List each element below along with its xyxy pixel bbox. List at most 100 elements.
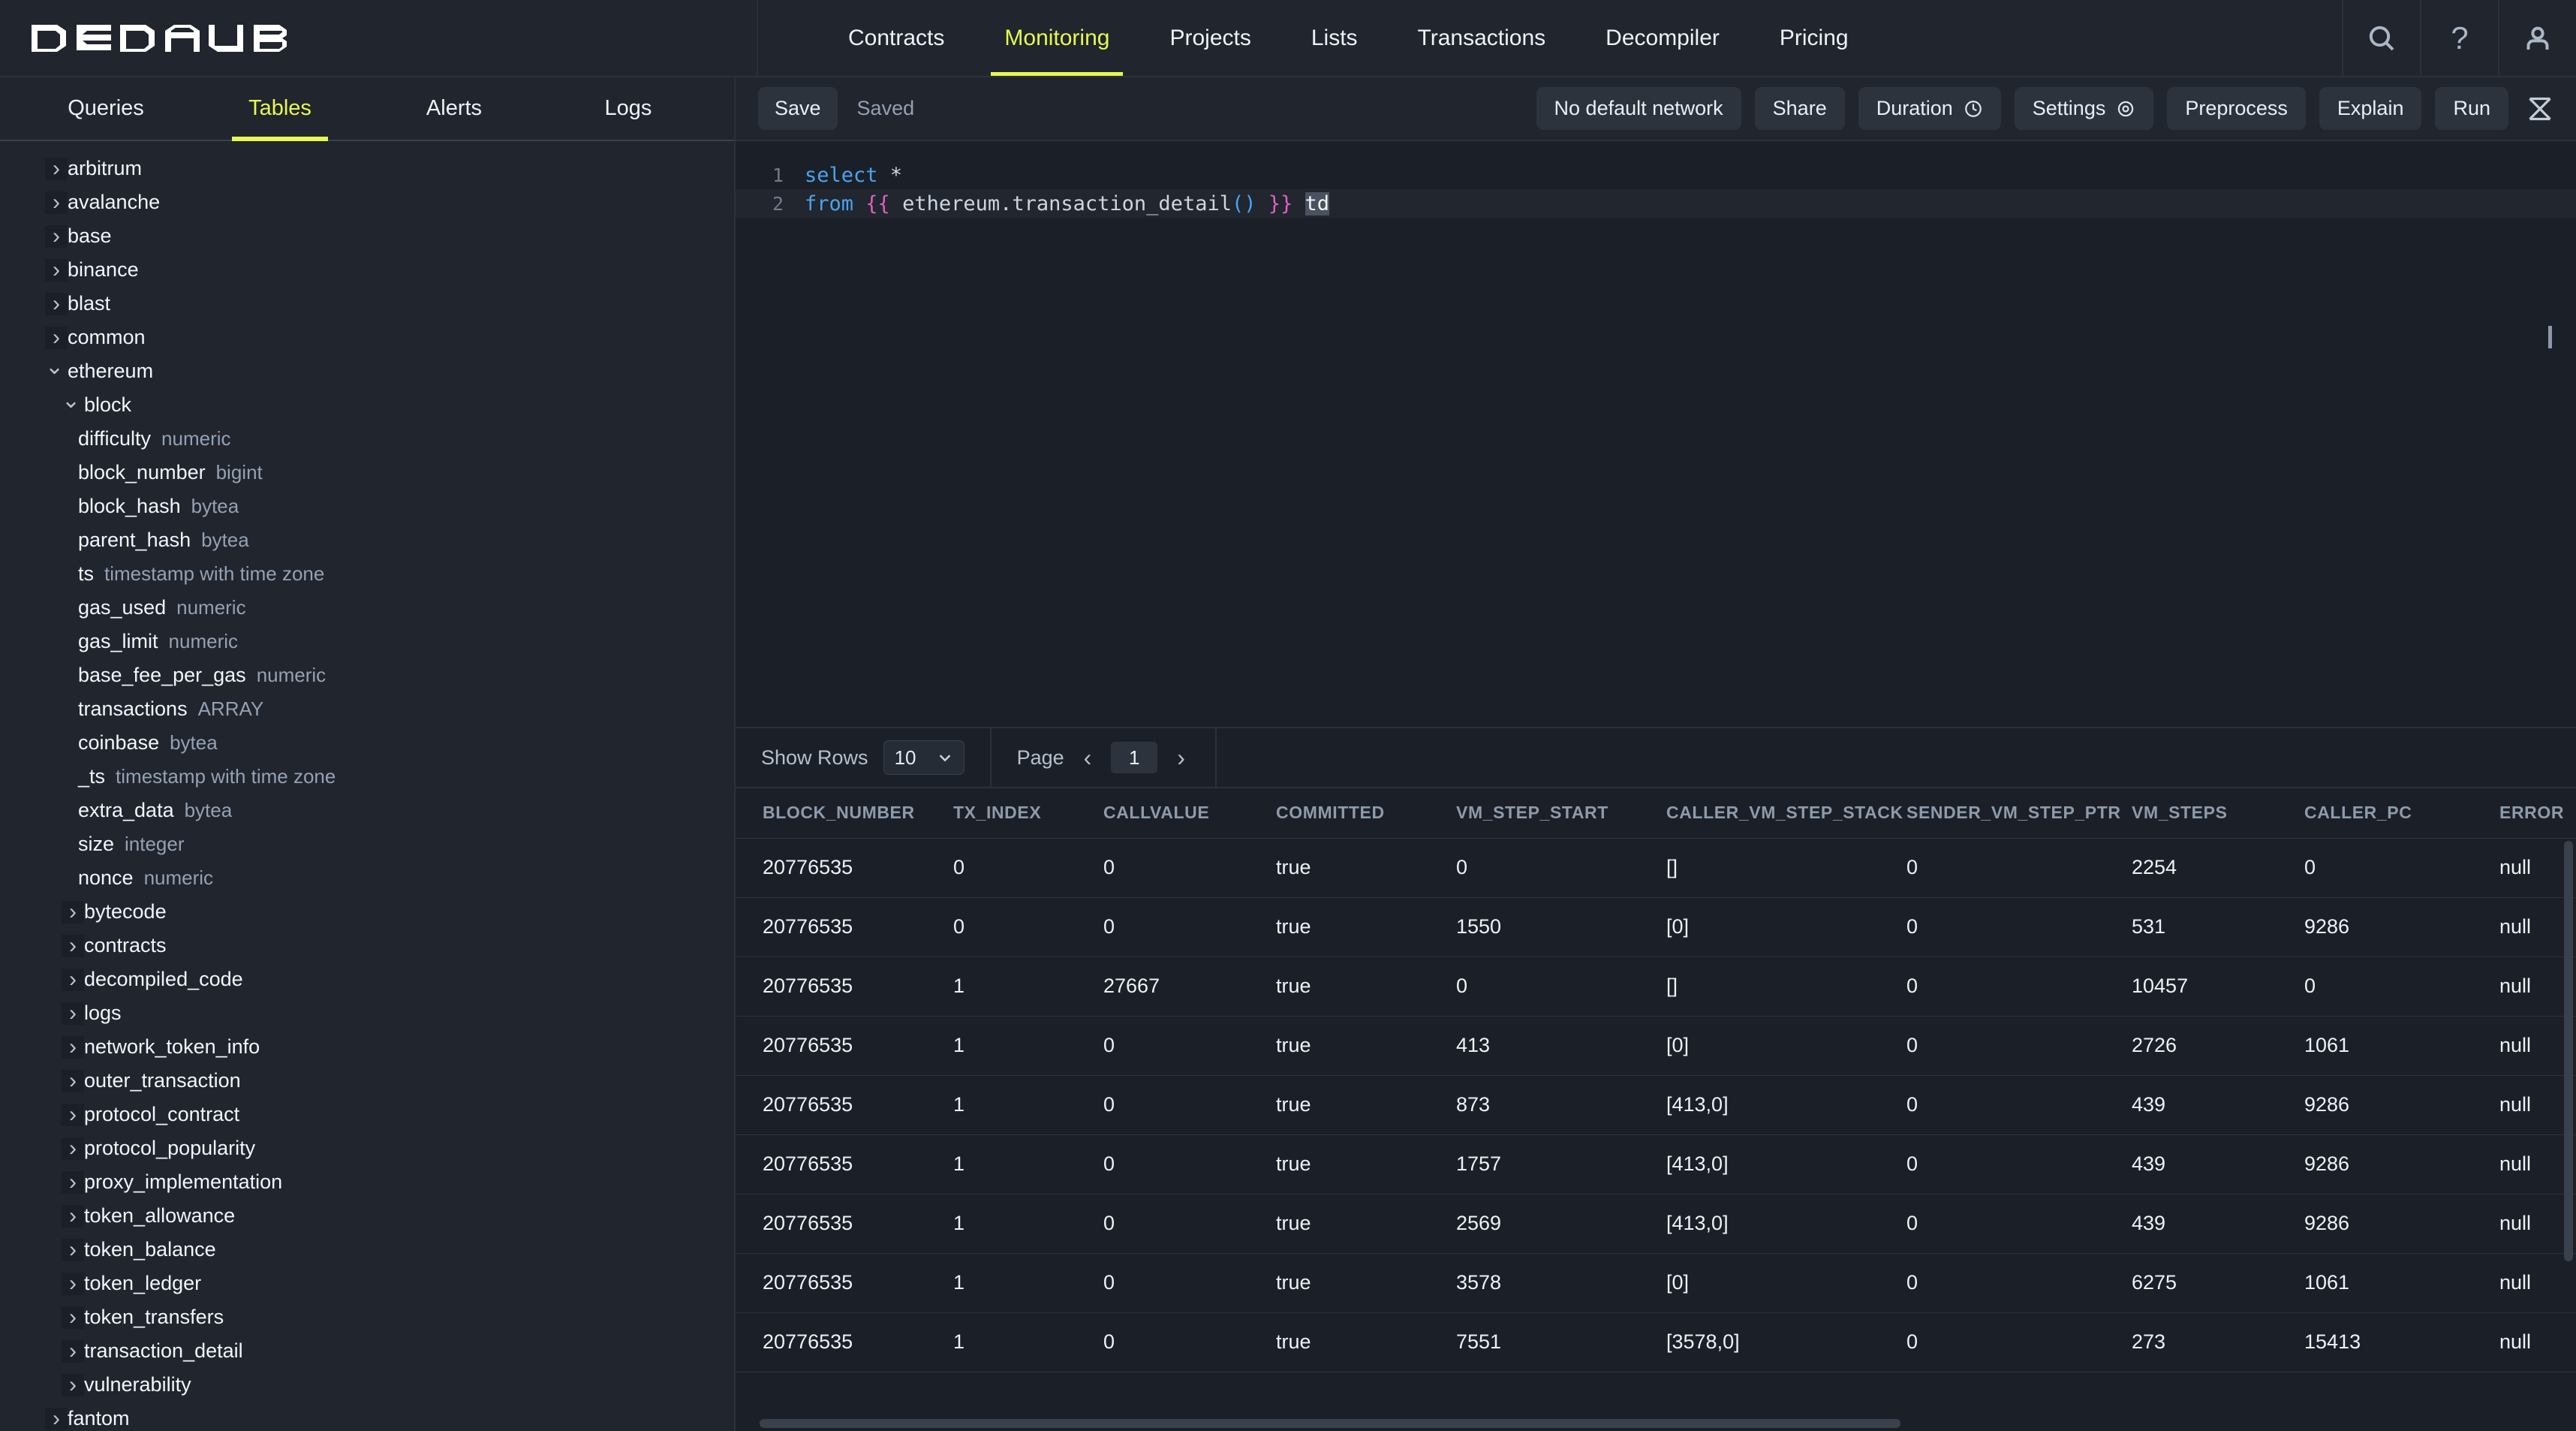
code-line-2[interactable]: 2 from {{ ethereum.transaction_detail() … (736, 189, 2576, 218)
chevron-right-icon[interactable] (62, 1171, 84, 1194)
chevron-down-icon[interactable] (45, 360, 68, 383)
column-header-callvalue[interactable]: CALLVALUE (1103, 788, 1276, 838)
code-line-1[interactable]: 1 select * (736, 161, 2576, 189)
table-row[interactable]: 2077653500true0[]022540null27809515 (736, 838, 2576, 897)
schema-node-binance[interactable]: binance (0, 253, 734, 287)
column-header-sender_vm_step_ptr[interactable]: SENDER_VM_STEP_PTR (1906, 788, 2132, 838)
tab-alerts[interactable]: Alerts (367, 77, 541, 140)
schema-node-common[interactable]: common (0, 321, 734, 354)
preprocess-button[interactable]: Preprocess (2167, 87, 2306, 130)
schema-column-gas_limit[interactable]: gas_limitnumeric (0, 625, 734, 658)
schema-column-nonce[interactable]: noncenumeric (0, 861, 734, 895)
schema-node-base[interactable]: base (0, 219, 734, 253)
schema-column-transactions[interactable]: transactionsARRAY (0, 692, 734, 726)
chevron-right-icon[interactable] (45, 327, 68, 349)
chevron-right-icon[interactable] (62, 935, 84, 957)
run-button[interactable]: Run (2435, 87, 2508, 130)
current-page-number[interactable]: 1 (1111, 742, 1157, 773)
vertical-scrollbar[interactable] (2564, 841, 2573, 1261)
nav-item-monitoring[interactable]: Monitoring (974, 0, 1139, 76)
table-row[interactable]: 2077653510true413[0]027261061null2121338… (736, 1016, 2576, 1075)
column-header-vm_steps[interactable]: VM_STEPS (2132, 788, 2304, 838)
schema-node-bytecode[interactable]: bytecode (0, 895, 734, 929)
chevron-right-icon[interactable] (62, 969, 84, 991)
table-row[interactable]: 2077653510true1757[413,0]04399286null152… (736, 1134, 2576, 1194)
schema-column-ts[interactable]: tstimestamp with time zone (0, 557, 734, 591)
sql-editor[interactable]: 1 select * 2 from {{ ethereum.transactio… (736, 141, 2576, 727)
save-button[interactable]: Save (758, 87, 838, 130)
chevron-right-icon[interactable] (62, 1239, 84, 1261)
brand-logo[interactable] (0, 0, 758, 76)
chevron-right-icon[interactable] (62, 1002, 84, 1025)
chevron-right-icon[interactable] (45, 191, 68, 214)
explain-button[interactable]: Explain (2319, 87, 2422, 130)
schema-node-vulnerability[interactable]: vulnerability (0, 1368, 734, 1402)
schema-column-block_hash[interactable]: block_hashbytea (0, 490, 734, 523)
default-network-button[interactable]: No default network (1536, 87, 1741, 130)
schema-node-transaction_detail[interactable]: transaction_detail (0, 1334, 734, 1368)
table-row[interactable]: 2077653510true2569[413,0]04399286null140… (736, 1194, 2576, 1253)
nav-item-contracts[interactable]: Contracts (818, 0, 974, 76)
schema-node-token_ledger[interactable]: token_ledger (0, 1267, 734, 1300)
chevron-right-icon[interactable] (62, 1340, 84, 1363)
chevron-right-icon[interactable] (62, 1374, 84, 1396)
schema-node-network_token_info[interactable]: network_token_info (0, 1030, 734, 1064)
chevron-right-icon[interactable] (45, 259, 68, 282)
schema-node-block[interactable]: block (0, 388, 734, 422)
tab-queries[interactable]: Queries (19, 77, 193, 140)
schema-node-fantom[interactable]: fantom (0, 1402, 734, 1431)
chevron-right-icon[interactable] (62, 1205, 84, 1228)
user-icon[interactable] (2498, 0, 2576, 76)
tab-tables[interactable]: Tables (193, 77, 367, 140)
chevron-right-icon[interactable] (62, 901, 84, 923)
results-table-container[interactable]: BLOCK_NUMBERTX_INDEXCALLVALUECOMMITTED VM… (736, 788, 2576, 1431)
schema-node-token_allowance[interactable]: token_allowance (0, 1199, 734, 1233)
settings-button[interactable]: Settings (2015, 87, 2154, 130)
chevron-down-icon[interactable] (62, 394, 84, 417)
schema-node-blast[interactable]: blast (0, 287, 734, 321)
column-header-caller_vm_step_stack[interactable]: CALLER_VM_STEP_STACK (1666, 788, 1906, 838)
schema-column-gas_used[interactable]: gas_usednumeric (0, 591, 734, 625)
column-header-committed[interactable]: COMMITTED (1276, 788, 1456, 838)
schema-node-contracts[interactable]: contracts (0, 929, 734, 963)
schema-node-logs[interactable]: logs (0, 996, 734, 1030)
schema-node-arbitrum[interactable]: arbitrum (0, 152, 734, 185)
schema-node-proxy_implementation[interactable]: proxy_implementation (0, 1165, 734, 1199)
chevron-right-icon[interactable] (62, 1306, 84, 1329)
column-header-error[interactable]: ERROR (2499, 788, 2576, 838)
chevron-right-icon[interactable] (62, 1104, 84, 1126)
table-row[interactable]: 2077653510true873[413,0]04399286null1907… (736, 1075, 2576, 1134)
column-header-caller_pc[interactable]: CALLER_PC (2304, 788, 2499, 838)
nav-item-lists[interactable]: Lists (1281, 0, 1388, 76)
schema-node-ethereum[interactable]: ethereum (0, 354, 734, 388)
chevron-right-icon[interactable] (62, 1273, 84, 1295)
table-row[interactable]: 2077653500true1550[0]05319286null1461712… (736, 897, 2576, 957)
schema-column-size[interactable]: sizeinteger (0, 827, 734, 861)
schema-column-block_number[interactable]: block_numberbigint (0, 456, 734, 490)
help-icon[interactable]: ? (2420, 0, 2498, 76)
nav-item-decompiler[interactable]: Decompiler (1575, 0, 1750, 76)
schema-column-extra_data[interactable]: extra_databytea (0, 794, 734, 827)
prev-page-button[interactable]: ‹ (1079, 746, 1097, 770)
chevron-right-icon[interactable] (45, 1408, 68, 1430)
column-header-tx_index[interactable]: TX_INDEX (953, 788, 1103, 838)
nav-item-transactions[interactable]: Transactions (1388, 0, 1576, 76)
schema-node-decompiled_code[interactable]: decompiled_code (0, 963, 734, 996)
chevron-right-icon[interactable] (62, 1036, 84, 1059)
chevron-right-icon[interactable] (62, 1137, 84, 1160)
share-button[interactable]: Share (1755, 87, 1845, 130)
schema-node-outer_transaction[interactable]: outer_transaction (0, 1064, 734, 1098)
schema-column-parent_hash[interactable]: parent_hashbytea (0, 523, 734, 557)
nav-item-pricing[interactable]: Pricing (1750, 0, 1879, 76)
show-rows-select[interactable]: 10 (883, 740, 964, 775)
column-header-block_number[interactable]: BLOCK_NUMBER (736, 788, 953, 838)
expand-editor-button[interactable] (2522, 89, 2558, 128)
search-icon[interactable] (2342, 0, 2420, 76)
schema-column-coinbase[interactable]: coinbasebytea (0, 726, 734, 760)
table-row[interactable]: 2077653510true7551[3578,0]027315413null8… (736, 1312, 2576, 1372)
schema-column-difficulty[interactable]: difficultynumeric (0, 422, 734, 456)
schema-node-token_transfers[interactable]: token_transfers (0, 1300, 734, 1334)
horizontal-scrollbar[interactable] (760, 1419, 1900, 1428)
schema-column-_ts[interactable]: _tstimestamp with time zone (0, 760, 734, 794)
chevron-right-icon[interactable] (45, 293, 68, 315)
